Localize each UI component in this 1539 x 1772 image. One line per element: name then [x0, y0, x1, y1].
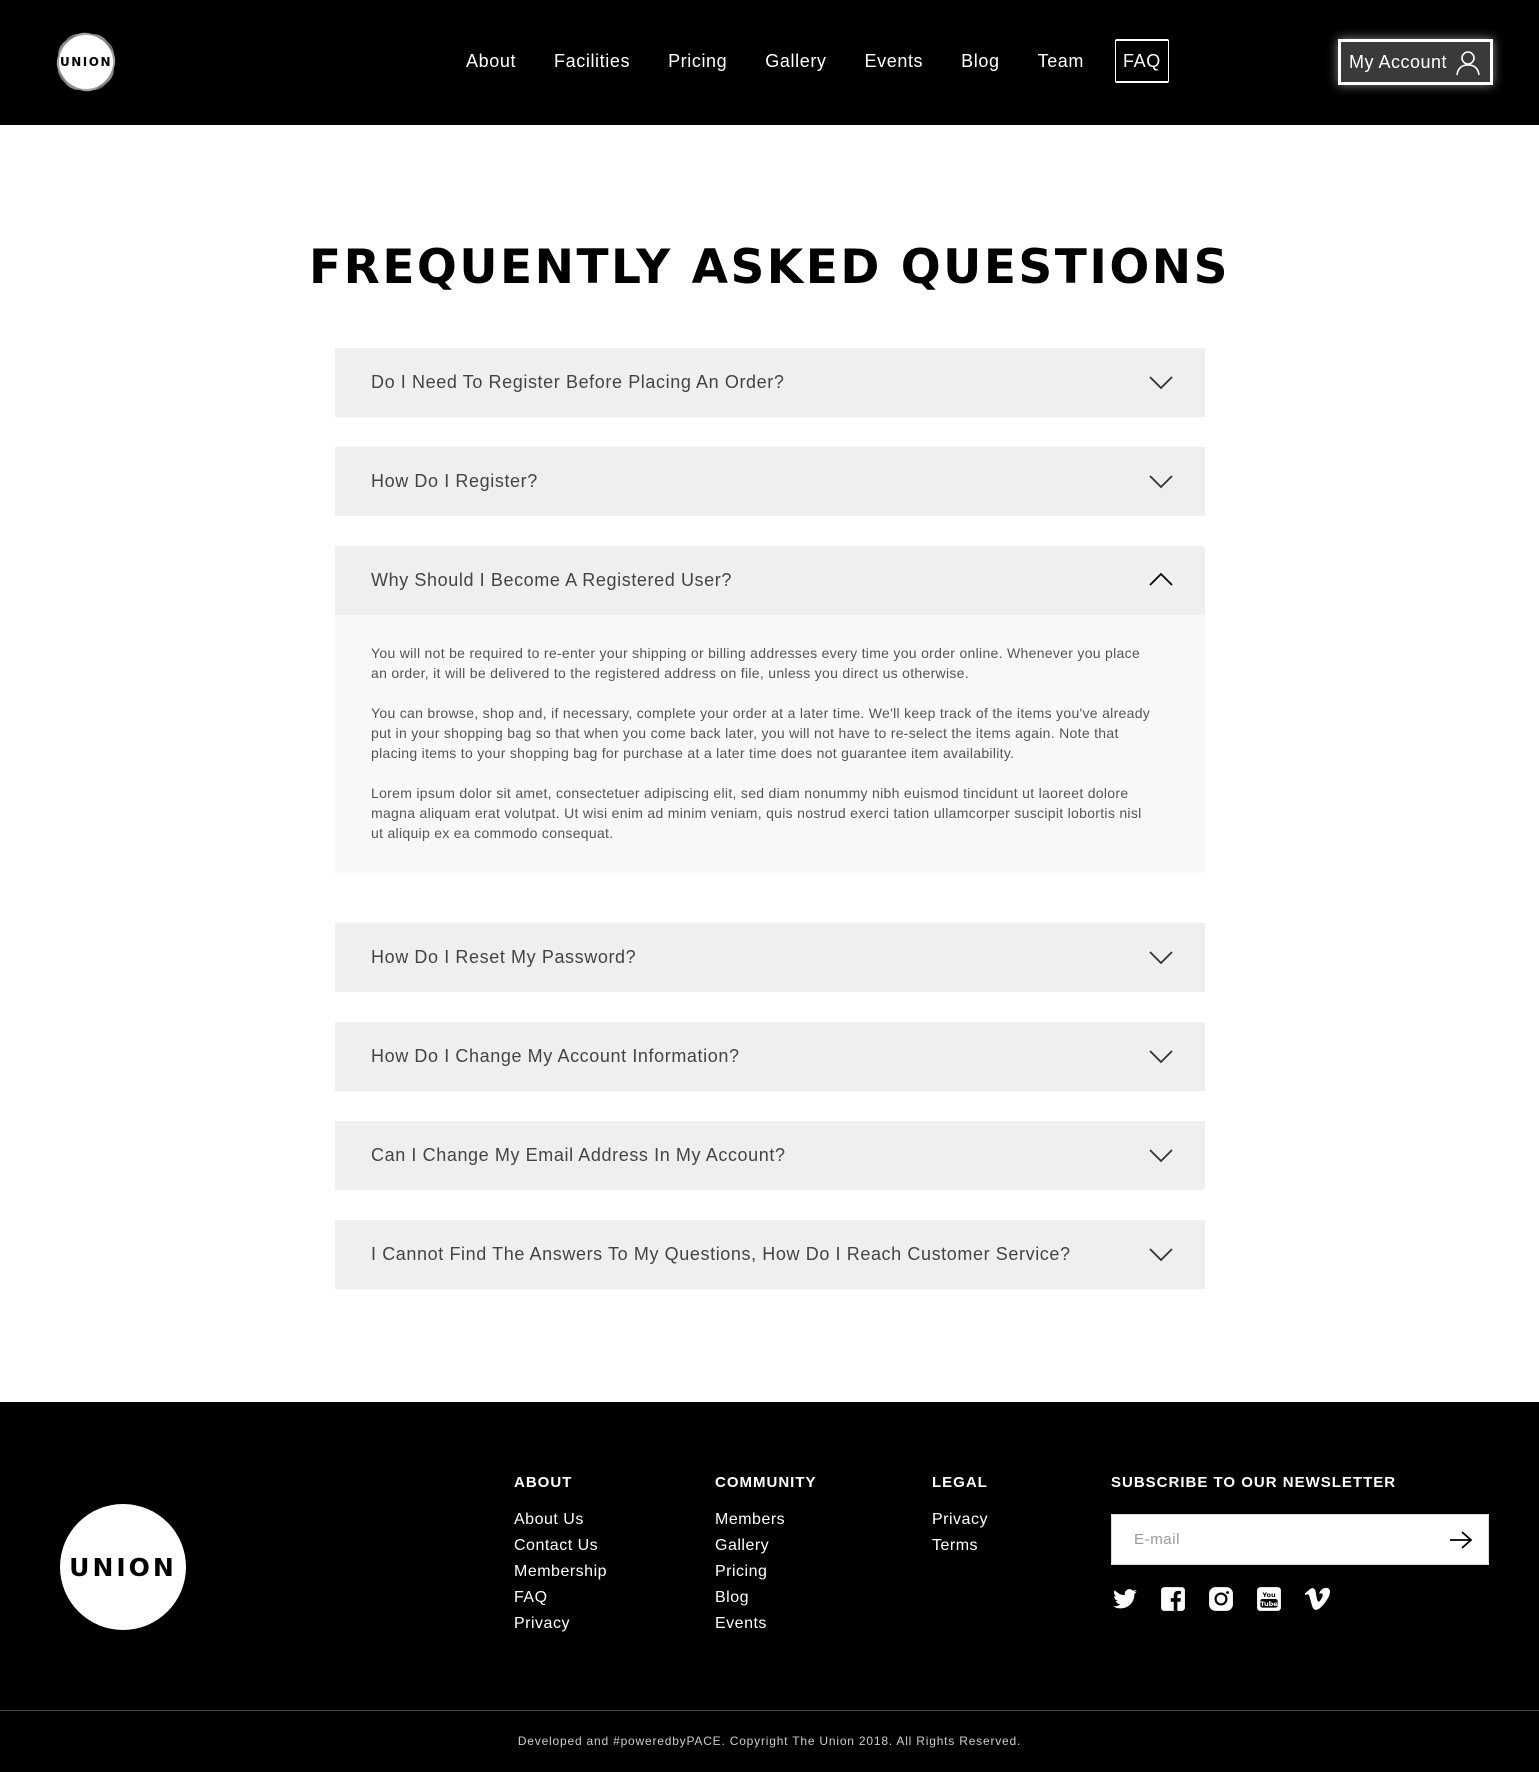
svg-text:You: You [1261, 1591, 1276, 1599]
footer-column-legal: LEGAL Privacy Terms [932, 1474, 988, 1559]
nav-about[interactable]: About [447, 39, 535, 83]
main-nav: About Facilities Pricing Gallery Events … [447, 38, 1169, 84]
union-logo[interactable]: UNION [48, 24, 124, 100]
site-footer: UNION ABOUT About Us Contact Us Membersh… [0, 1402, 1539, 1772]
nav-team[interactable]: Team [1019, 39, 1103, 83]
faq-answer-paragraph: You will not be required to re-enter you… [371, 645, 1141, 681]
site-header: UNION About Facilities Pricing Gallery E… [0, 0, 1539, 125]
footer-link[interactable]: Membership [514, 1559, 607, 1585]
faq-question-text: I Cannot Find The Answers To My Question… [371, 1244, 1071, 1264]
nav-events[interactable]: Events [846, 39, 943, 83]
footer-heading: COMMUNITY [715, 1474, 817, 1491]
page-title: FREQUENTLY ASKED QUESTIONS [309, 240, 1230, 295]
nav-blog[interactable]: Blog [942, 39, 1018, 83]
footer-link[interactable]: Privacy [514, 1611, 607, 1637]
my-account-label: My Account [1349, 51, 1448, 72]
footer-link[interactable]: About Us [514, 1507, 607, 1533]
footer-link[interactable]: Terms [932, 1533, 988, 1559]
faq-item-expanded[interactable]: Why Should I Become A Registered User? Y… [335, 546, 1205, 873]
faq-answer-paragraph: You can browse, shop and, if necessary, … [371, 705, 1151, 761]
twitter-icon[interactable] [1111, 1585, 1139, 1613]
newsletter-heading: SUBSCRIBE TO OUR NEWSLETTER [1111, 1474, 1397, 1491]
faq-question-toggle[interactable]: I Cannot Find The Answers To My Question… [335, 1220, 1205, 1289]
footer-link[interactable]: Gallery [715, 1533, 817, 1559]
chevron-down-icon[interactable] [1149, 947, 1173, 967]
footer-link[interactable]: Events [715, 1611, 817, 1637]
newsletter-form [1111, 1514, 1489, 1565]
my-account-button[interactable]: My Account [1338, 39, 1493, 85]
faq-question-toggle[interactable]: How Do I Register? [335, 447, 1205, 516]
faq-item[interactable]: I Cannot Find The Answers To My Question… [335, 1220, 1205, 1289]
arrow-right-icon[interactable] [1448, 1529, 1474, 1551]
footer-divider [0, 1710, 1539, 1711]
social-links: You Tube [1111, 1585, 1489, 1613]
faq-question-toggle[interactable]: How Do I Change My Account Information? [335, 1022, 1205, 1091]
faq-question-text: Do I Need To Register Before Placing An … [371, 372, 785, 392]
svg-text:Tube: Tube [1260, 1600, 1278, 1608]
footer-logo-wordmark: UNION [69, 1552, 177, 1582]
nav-gallery[interactable]: Gallery [746, 39, 845, 83]
faq-question-toggle[interactable]: How Do I Reset My Password? [335, 923, 1205, 992]
faq-question-toggle[interactable]: Can I Change My Email Address In My Acco… [335, 1121, 1205, 1190]
facebook-icon[interactable] [1159, 1585, 1187, 1613]
footer-heading: ABOUT [514, 1474, 573, 1491]
copyright-text: Developed and #poweredbyPACE. Copyright … [517, 1734, 1022, 1748]
footer-link[interactable]: Blog [715, 1585, 817, 1611]
footer-link[interactable]: Privacy [932, 1507, 988, 1533]
chevron-down-icon[interactable] [1149, 1145, 1173, 1165]
newsletter-signup: SUBSCRIBE TO OUR NEWSLETTER YouTube [1111, 1474, 1489, 1613]
chevron-down-icon[interactable] [1149, 1244, 1173, 1264]
faq-answer-paragraph: Lorem ipsum dolor sit amet, consectetuer… [371, 785, 1142, 841]
nav-pricing[interactable]: Pricing [649, 39, 746, 83]
faq-item[interactable]: Can I Change My Email Address In My Acco… [335, 1121, 1205, 1190]
faq-question-toggle[interactable]: Why Should I Become A Registered User? [335, 546, 1205, 615]
footer-union-logo[interactable]: UNION [48, 1492, 198, 1642]
faq-item[interactable]: How Do I Register? [335, 447, 1205, 516]
nav-facilities[interactable]: Facilities [535, 39, 649, 83]
chevron-down-icon[interactable] [1149, 372, 1173, 392]
faq-item[interactable]: How Do I Reset My Password? [335, 923, 1205, 992]
footer-link[interactable]: Contact Us [514, 1533, 607, 1559]
footer-column-about: ABOUT About Us Contact Us Membership FAQ… [514, 1474, 607, 1637]
faq-question-toggle[interactable]: Do I Need To Register Before Placing An … [335, 348, 1205, 417]
faq-question-text: How Do I Reset My Password? [371, 947, 637, 967]
youtube-icon[interactable]: You Tube [1255, 1585, 1283, 1613]
faq-question-text: How Do I Register? [371, 471, 538, 491]
footer-heading: LEGAL [932, 1474, 988, 1491]
chevron-down-icon[interactable] [1149, 1046, 1173, 1066]
instagram-icon[interactable] [1207, 1585, 1235, 1613]
faq-question-text: Can I Change My Email Address In My Acco… [371, 1145, 786, 1165]
chevron-down-icon[interactable] [1149, 471, 1173, 491]
faq-item[interactable]: Do I Need To Register Before Placing An … [335, 348, 1205, 417]
logo-wordmark: UNION [60, 55, 112, 69]
faq-item[interactable]: How Do I Change My Account Information? [335, 1022, 1205, 1091]
faq-answer: You will not be required to re-enter you… [335, 615, 1205, 873]
nav-faq[interactable]: FAQ [1115, 39, 1169, 83]
footer-column-community: COMMUNITY Members Gallery Pricing Blog E… [715, 1474, 817, 1637]
faq-question-text: How Do I Change My Account Information? [371, 1046, 740, 1066]
footer-link[interactable]: Members [715, 1507, 817, 1533]
footer-link[interactable]: FAQ [514, 1585, 607, 1611]
footer-link[interactable]: Pricing [715, 1559, 817, 1585]
chevron-up-icon[interactable] [1149, 570, 1173, 590]
vimeo-icon[interactable] [1303, 1585, 1331, 1613]
faq-question-text: Why Should I Become A Registered User? [371, 570, 732, 590]
newsletter-email-input[interactable] [1112, 1515, 1422, 1564]
user-icon [1456, 51, 1480, 76]
